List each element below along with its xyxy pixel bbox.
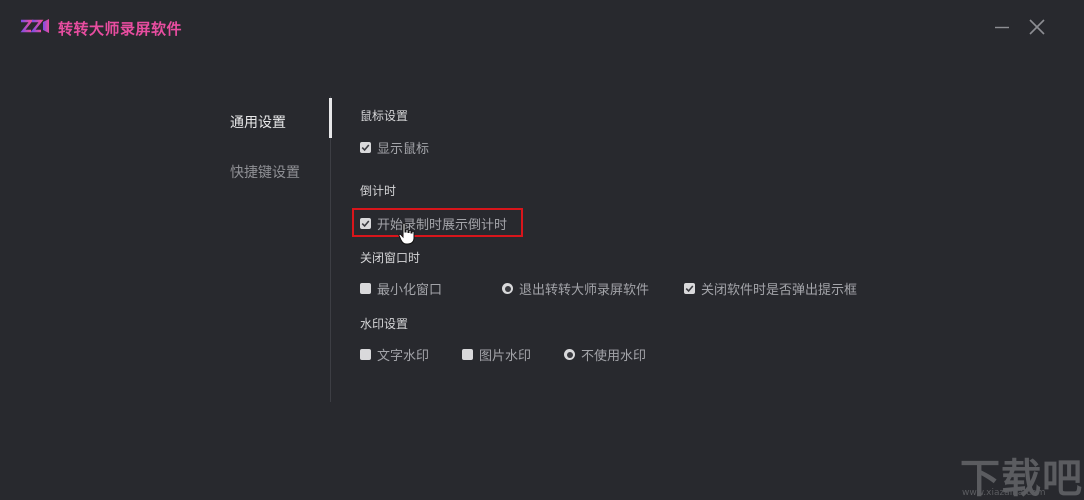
radio-selected-icon: [564, 349, 575, 360]
checkbox-checked-icon: [360, 142, 371, 153]
app-logo-icon: [20, 19, 49, 33]
site-watermark-url: www.xiazaiba.com: [962, 488, 1046, 498]
settings-window: 转转大师录屏软件 通用设置 快捷键设置 鼠标设置 显示鼠标 倒计时 开始录制时展…: [0, 0, 1084, 500]
app-title: 转转大师录屏软件: [58, 20, 183, 38]
radio-unselected-icon: [360, 349, 371, 360]
nav-item-hotkeys[interactable]: 快捷键设置: [230, 162, 300, 182]
option-label: 关闭软件时是否弹出提示框: [701, 283, 858, 298]
option-label: 不使用水印: [581, 349, 647, 364]
nav-item-general[interactable]: 通用设置: [230, 112, 286, 132]
section-title-countdown: 倒计时: [360, 184, 397, 198]
minimize-icon: [995, 26, 1009, 29]
close-prompt-checkbox[interactable]: 关闭软件时是否弹出提示框: [684, 279, 857, 298]
minimize-button[interactable]: [989, 14, 1015, 40]
settings-sidebar: 通用设置 快捷键设置: [200, 96, 330, 402]
radio-selected-icon: [502, 283, 513, 294]
sidebar-divider: [330, 96, 331, 402]
show-countdown-checkbox[interactable]: 开始录制时展示倒计时: [360, 214, 507, 233]
show-mouse-checkbox[interactable]: 显示鼠标: [360, 138, 429, 157]
option-label: 最小化窗口: [377, 283, 443, 298]
section-title-watermark: 水印设置: [360, 317, 409, 331]
radio-unselected-icon: [360, 283, 371, 294]
close-icon: [1029, 19, 1045, 35]
text-watermark-radio[interactable]: 文字水印: [360, 345, 429, 364]
exit-app-radio[interactable]: 退出转转大师录屏软件: [502, 279, 649, 298]
radio-unselected-icon: [462, 349, 473, 360]
option-label: 文字水印: [377, 349, 430, 364]
close-button[interactable]: [1024, 14, 1050, 40]
option-label: 显示鼠标: [377, 142, 430, 157]
title-bar: 转转大师录屏软件: [0, 0, 1084, 56]
section-title-close-window: 关闭窗口时: [360, 251, 421, 265]
option-label: 图片水印: [479, 349, 532, 364]
image-watermark-radio[interactable]: 图片水印: [462, 345, 531, 364]
checkbox-checked-icon: [360, 218, 371, 229]
active-tab-indicator: [329, 98, 332, 138]
minimize-window-radio[interactable]: 最小化窗口: [360, 279, 442, 298]
option-label: 开始录制时展示倒计时: [377, 218, 508, 233]
checkbox-checked-icon: [684, 283, 695, 294]
option-label: 退出转转大师录屏软件: [519, 283, 650, 298]
hand-cursor-icon: [398, 222, 415, 245]
no-watermark-radio[interactable]: 不使用水印: [564, 345, 646, 364]
section-title-mouse: 鼠标设置: [360, 109, 409, 123]
